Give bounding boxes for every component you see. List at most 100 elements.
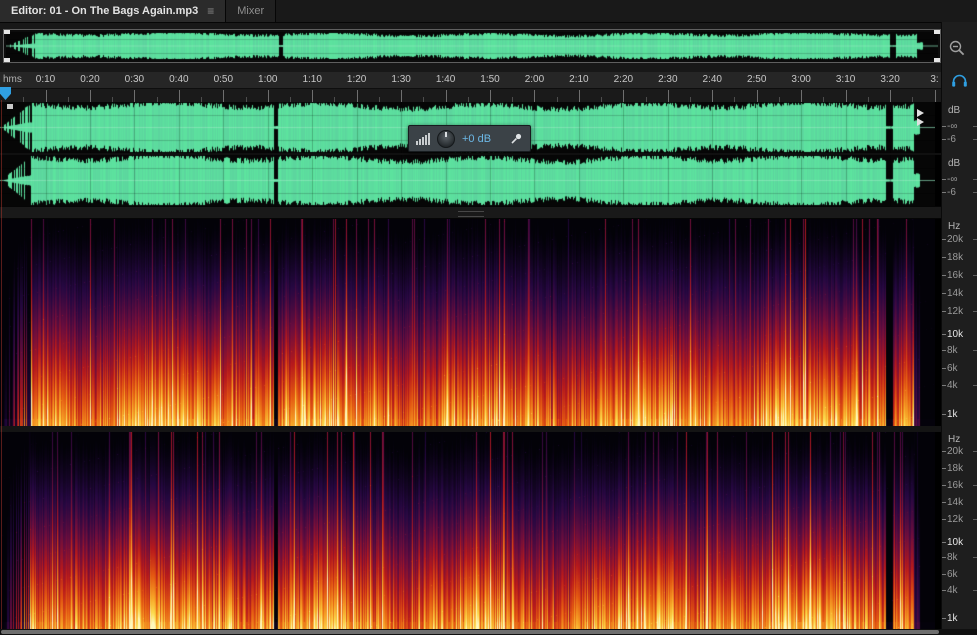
timeline-label: 0:50 xyxy=(213,74,234,85)
scale-tick xyxy=(942,334,946,336)
hz-tick-label: 6k xyxy=(947,568,958,580)
scale-tick xyxy=(942,274,946,276)
headphones-icon[interactable] xyxy=(951,73,968,88)
scale-tick xyxy=(942,257,946,259)
timeline-tick xyxy=(667,90,669,102)
scale-tick xyxy=(942,519,946,521)
clip-fade-handle-left[interactable] xyxy=(7,104,13,109)
hz-tick-label: 10k xyxy=(947,329,964,341)
timeline-tick xyxy=(623,90,625,102)
zoom-out-icon[interactable] xyxy=(948,39,966,57)
divider-grip xyxy=(458,211,484,217)
db-unit-label: dB xyxy=(948,158,961,169)
waveform-display[interactable] xyxy=(0,102,941,206)
tab-editor[interactable]: Editor: 01 - On The Bags Again.mp3 ≡ xyxy=(0,0,227,22)
spectrogram-display-left[interactable] xyxy=(0,219,941,426)
timeline-tick xyxy=(756,90,758,102)
navigator-handle-left[interactable] xyxy=(4,30,10,62)
hz-tick-label: 10k xyxy=(947,536,964,548)
handle-corner xyxy=(934,30,940,34)
zoom-navigator[interactable] xyxy=(3,29,941,63)
timeline-label: 3:00 xyxy=(791,74,811,85)
timeline-tick xyxy=(312,90,314,102)
scale-tick xyxy=(973,485,977,487)
hz-tick-label: 6k xyxy=(947,363,958,375)
audition-window: Editor: 01 - On The Bags Again.mp3 ≡ Mix… xyxy=(0,0,977,635)
volume-knob[interactable] xyxy=(437,129,455,148)
timeline-tick xyxy=(845,90,847,102)
hz-tick-label: 14k xyxy=(947,497,964,509)
timeline-label: 1:00 xyxy=(258,74,278,85)
spectrogram-canvas-left[interactable] xyxy=(0,219,935,426)
selection-handle-top[interactable] xyxy=(917,109,924,117)
tab-mixer-label: Mixer xyxy=(237,5,265,17)
scale-tick xyxy=(942,239,946,241)
scale-tick xyxy=(942,384,946,386)
spectrogram-display-right[interactable] xyxy=(0,432,941,629)
handle-corner xyxy=(4,58,10,62)
scrollbar-thumb[interactable] xyxy=(1,630,939,634)
timeline-tick xyxy=(223,90,225,102)
panel-tab-bar: Editor: 01 - On The Bags Again.mp3 ≡ Mix… xyxy=(0,0,977,23)
panel-divider[interactable] xyxy=(0,206,941,219)
scale-tick xyxy=(942,502,946,504)
db-tick-label: -6 xyxy=(947,187,956,198)
scale-tick xyxy=(942,573,946,575)
overview-waveform-canvas[interactable] xyxy=(6,32,938,60)
timeline-tick xyxy=(712,90,714,102)
scale-tick xyxy=(973,519,977,521)
hz-tick-label: 8k xyxy=(947,551,958,563)
timeline-tick xyxy=(267,90,269,102)
pin-button[interactable] xyxy=(509,132,523,146)
scale-tick xyxy=(973,556,977,558)
hz-tick-label: 1k xyxy=(947,408,958,420)
timeline-label: 1:30 xyxy=(391,74,411,85)
scale-tick xyxy=(973,589,977,591)
timeline-tick xyxy=(45,90,47,102)
scale-tick xyxy=(942,192,946,193)
hz-tick-label: 18k xyxy=(947,463,964,475)
spectrogram-canvas-right[interactable] xyxy=(0,432,935,629)
level-meter-icon xyxy=(416,133,430,145)
timeline-label: 0:40 xyxy=(169,74,189,85)
scale-tick xyxy=(942,468,946,470)
timeline-tick xyxy=(445,90,447,102)
scale-tick xyxy=(973,384,977,386)
tab-mixer[interactable]: Mixer xyxy=(226,0,277,22)
timeline-label: 2:20 xyxy=(613,74,634,85)
handle-corner xyxy=(4,30,10,34)
scale-tick xyxy=(942,589,946,591)
channel-separator xyxy=(0,153,941,155)
timeline-ruler[interactable]: hms 0:10 0:20 0:30 0:40 0:50 1:00 1:10 1:20 1:30… xyxy=(0,72,941,102)
scale-tick xyxy=(973,239,977,241)
waveform-canvas-right[interactable] xyxy=(0,155,935,206)
db-tick-label: -∞ xyxy=(947,121,958,132)
hz-tick-label: 4k xyxy=(947,584,958,596)
scale-tick xyxy=(973,310,977,312)
scale-tick xyxy=(973,451,977,453)
timeline-tick xyxy=(534,90,536,102)
selection-handle-bottom[interactable] xyxy=(917,118,924,126)
scale-tick xyxy=(942,126,946,127)
timeline-label: 1:50 xyxy=(480,74,500,85)
timeline-label: 0:20 xyxy=(80,74,100,85)
timeline-label: 1:20 xyxy=(346,74,367,85)
playhead-line xyxy=(1,100,2,629)
scale-tick xyxy=(973,350,977,352)
timeline-label: 3:10 xyxy=(835,74,856,85)
pin-icon xyxy=(511,133,522,144)
timeline-label: 1:10 xyxy=(302,74,322,85)
timeline-tick xyxy=(178,90,180,102)
navigator-handle-right[interactable] xyxy=(934,30,940,62)
scale-tick xyxy=(942,350,946,352)
scale-tick xyxy=(942,451,946,453)
timeline-tick xyxy=(89,90,91,102)
timeline-label: 3: xyxy=(930,74,939,85)
hz-tick-label: 4k xyxy=(947,379,958,391)
scale-tick xyxy=(942,413,946,415)
hz-tick-label: 14k xyxy=(947,287,964,299)
hz-unit-label: Hz xyxy=(948,221,961,232)
tab-editor-label: Editor: 01 - On The Bags Again.mp3 xyxy=(11,5,199,17)
panel-menu-icon[interactable]: ≡ xyxy=(207,4,214,18)
horizontal-scrollbar[interactable] xyxy=(0,629,977,635)
